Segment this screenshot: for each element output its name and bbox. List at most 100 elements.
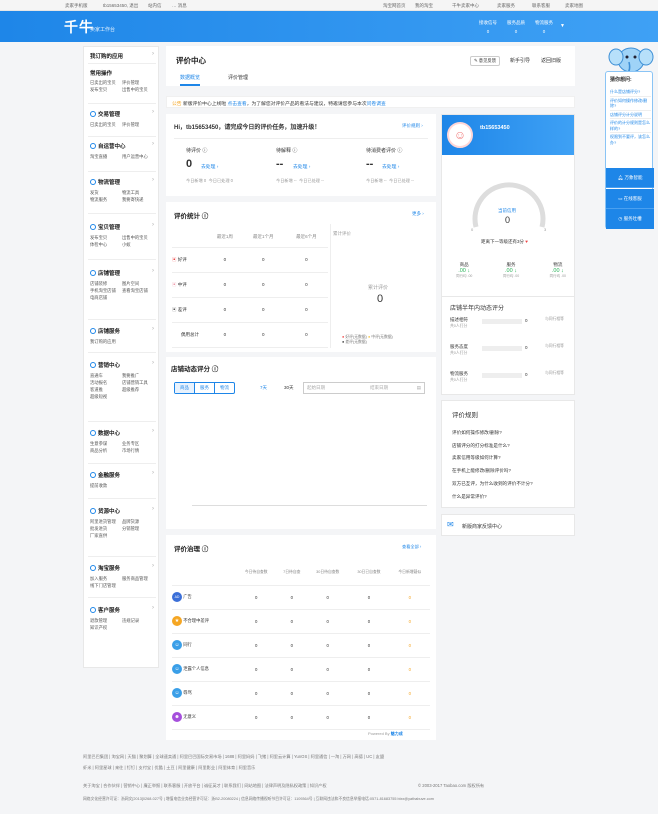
sidebar-item[interactable]: 查看淘宝店铺 (122, 287, 154, 294)
sidebar-section-title[interactable]: 物流管理 (90, 178, 120, 186)
sidebar-item[interactable]: 客道推 (90, 386, 122, 393)
sidebar-item[interactable]: 手机淘宝店铺 (90, 287, 122, 294)
sidebar-item[interactable]: 小蚁 (122, 241, 154, 248)
complaint-button[interactable]: ◷ 服务吐槽 (606, 209, 654, 229)
sidebar-item[interactable]: 超级推荐 (122, 386, 154, 393)
sidebar-section-title[interactable]: 自运营中心 (90, 142, 126, 150)
sidebar-section-title[interactable]: 金融服务 (90, 471, 120, 479)
seller-map-link[interactable]: 卖家地图 (565, 3, 583, 9)
help-question[interactable]: 店铺评分计分说明 (610, 111, 651, 119)
smart-assist-button[interactable]: 🔔︎ 万象智能 (606, 168, 654, 188)
survey-link[interactable]: 问卷调查 (367, 102, 386, 107)
sidebar-section-title[interactable]: 店铺管理 (90, 269, 120, 277)
rule-link[interactable]: 双方已互评，为什么收到的评价不计分? (452, 478, 533, 491)
tab-overview[interactable]: 数据概览 (180, 74, 201, 86)
feedback-button[interactable]: ✎ 意见反馈 (470, 56, 500, 66)
rule-link[interactable]: 店铺评分的打分标准是什么? (452, 440, 533, 453)
feedback-center-link[interactable]: ✉ 新版商家反馈中心 (441, 514, 575, 536)
sidebar-item[interactable]: 发货 (90, 189, 122, 196)
help-question[interactable]: 权限到不要评，该怎么办? (610, 133, 651, 146)
guide-link[interactable]: 新手引导 (510, 57, 530, 64)
online-service-button[interactable]: ▭ 在线客服 (606, 189, 654, 209)
sidebar-item[interactable]: 市场行情 (122, 447, 154, 454)
sidebar-item[interactable]: 发布宝贝 (90, 234, 122, 241)
sidebar-item[interactable]: 评价管理 (122, 121, 154, 128)
task-action[interactable]: 去处理 › (201, 163, 218, 170)
seller-service-link[interactable]: 卖家服务 (497, 3, 515, 9)
footer-links-2[interactable]: 虾米 | 阿里星球 | 来往 | 钉钉 | 支付宝 | 优酷 | 土豆 | 阿里… (83, 765, 255, 771)
view-all-link[interactable]: 查看全部 › (402, 544, 421, 550)
sidebar-item[interactable]: 生意参谋 (90, 440, 122, 447)
sidebar-section-title[interactable]: 营销中心 (90, 361, 120, 369)
sidebar-top[interactable]: 我订购的应用 (90, 52, 123, 60)
sidebar-section-title[interactable]: 客户服务 (90, 606, 120, 614)
messages-link[interactable]: 站内信 (148, 3, 162, 9)
footer-links-1[interactable]: 阿里巴巴集团 | 淘宝网 | 天猫 | 聚划算 | 全球速卖通 | 阿里巴巴国际… (83, 754, 384, 760)
taobao-home-link[interactable]: 淘宝网首页 (383, 3, 406, 9)
dsr-tab-service[interactable]: 服务 (194, 383, 214, 393)
sidebar-item[interactable]: 阿里进货管理 (90, 518, 122, 525)
sidebar-item[interactable]: 已卖出的宝贝 (90, 79, 122, 86)
sidebar-item[interactable]: 评价管理 (122, 79, 154, 86)
sidebar-item[interactable]: 淘宝直播 (90, 153, 122, 160)
sidebar-item[interactable]: 物流服务 (90, 196, 122, 203)
task-action[interactable]: 去处理 › (382, 163, 399, 170)
stats-more-link[interactable]: 更多 › (412, 211, 424, 217)
help-question[interactable]: 评价的计分规则是怎么样的? (610, 119, 651, 133)
sidebar-item[interactable]: 超级短视 (90, 393, 122, 400)
rules-link[interactable]: 评价规则 › (402, 123, 423, 129)
task-action[interactable]: 去处理 › (293, 163, 310, 170)
sidebar-item[interactable]: 知识产权 (90, 624, 122, 631)
sidebar-item[interactable]: 用户运营中心 (122, 153, 154, 160)
sidebar-item[interactable]: 业务专区 (122, 440, 154, 447)
sidebar-section-title[interactable]: 数据中心 (90, 429, 120, 437)
rule-link[interactable]: 卖家信用等级如何计算? (452, 452, 533, 465)
mobile-link[interactable]: 卖家手机版 (65, 3, 88, 9)
dsr-tab-logistics[interactable]: 物流 (214, 383, 234, 393)
sidebar-item[interactable]: 发布宝贝 (90, 86, 122, 93)
help-question[interactable]: 评价如何操作修改/删除? (610, 97, 651, 111)
sidebar-item[interactable]: 退款管理 (90, 617, 122, 624)
help-question[interactable]: 什么是店铺评分? (610, 89, 651, 97)
sidebar-item[interactable]: 直通车 (90, 372, 122, 379)
sidebar-item[interactable]: 我订购的应用 (90, 338, 122, 345)
seller-center-link[interactable]: 千牛卖家中心 (452, 3, 479, 9)
sidebar-item[interactable]: 出售中的宝贝 (122, 234, 154, 241)
tab-manage[interactable]: 评价管理 (228, 74, 248, 81)
sidebar-item[interactable]: 活动报名 (90, 379, 122, 386)
sidebar-item[interactable]: 分销管理 (122, 525, 154, 532)
sidebar-item[interactable]: 电商店铺 (90, 294, 122, 301)
sidebar-item[interactable]: 体检中心 (90, 241, 122, 248)
sidebar-section-title[interactable]: 宝贝管理 (90, 223, 120, 231)
sidebar-item[interactable]: 商品分析 (90, 447, 122, 454)
sidebar-item[interactable]: 我要推广 (122, 372, 154, 379)
sidebar-item[interactable]: 线下门店管理 (90, 582, 122, 589)
footer-links-3[interactable]: 关于淘宝 | 合作伙伴 | 营销中心 | 廉正举报 | 联系客服 | 开放平台 … (83, 783, 327, 789)
sidebar-item[interactable]: 店铺营销工具 (122, 379, 154, 386)
chevron-down-icon[interactable]: ▼ (560, 23, 565, 29)
notice-link[interactable]: … 消息 (172, 3, 187, 9)
rule-link[interactable]: 评价如何操作修改/删除? (452, 427, 533, 440)
sidebar-item[interactable]: 品牌货源 (122, 518, 154, 525)
my-taobao-link[interactable]: 我的淘宝 (415, 3, 433, 9)
sidebar-item[interactable]: 物流工具 (122, 189, 154, 196)
sidebar-section-title[interactable]: 店铺服务 (90, 327, 120, 335)
sidebar-item[interactable]: 加入服务 (90, 575, 122, 582)
sidebar-item[interactable]: 厂家直供 (90, 532, 122, 539)
sidebar-item[interactable]: 违规记录 (122, 617, 154, 624)
date-range-input[interactable]: 起始日期 结束日期 ▤ (303, 382, 425, 394)
old-version-link[interactable]: 返回旧版 (541, 57, 561, 64)
sidebar-section-title[interactable]: 货源中心 (90, 507, 120, 515)
contact-service-link[interactable]: 联系客服 (532, 3, 550, 9)
sidebar-item[interactable]: 店铺装修 (90, 280, 122, 287)
rule-link[interactable]: 什么是异常评价? (452, 491, 533, 504)
notice-link[interactable]: 点击查看 (227, 102, 246, 107)
sidebar-item[interactable]: 已卖出的宝贝 (90, 121, 122, 128)
sidebar-item[interactable]: 提前收款 (90, 482, 122, 489)
sidebar-item[interactable]: 服务商品管理 (122, 575, 154, 582)
sidebar-item[interactable]: 图片空间 (122, 280, 154, 287)
user-logout[interactable]: tb15653450, 退出 (103, 3, 138, 9)
range-30d[interactable]: 30天 (284, 385, 294, 391)
range-7d[interactable]: 7天 (260, 385, 267, 391)
sidebar-section-title[interactable]: 交易管理 (90, 110, 120, 118)
